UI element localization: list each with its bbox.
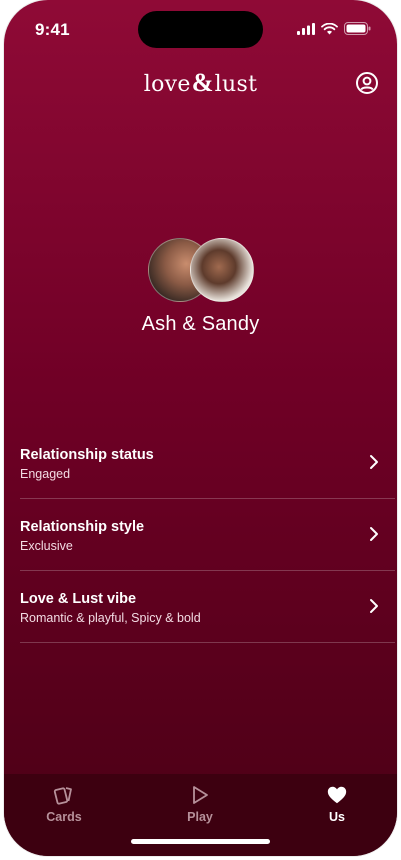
- couple-avatars[interactable]: [148, 238, 254, 302]
- status-icons: [297, 22, 371, 35]
- settings-row-vibe[interactable]: Love & Lust vibe Romantic & playful, Spi…: [20, 571, 395, 643]
- settings-row-value: Exclusive: [20, 539, 73, 553]
- settings-row-relationship-style[interactable]: Relationship style Exclusive: [20, 499, 395, 571]
- status-time: 9:41: [35, 20, 70, 39]
- tab-play[interactable]: Play: [160, 784, 240, 824]
- chevron-right-icon: [370, 599, 378, 613]
- settings-row-value: Romantic & playful, Spicy & bold: [20, 611, 201, 625]
- app-logo: love&lust: [4, 68, 397, 98]
- tab-bar: Cards Play Us: [4, 774, 397, 856]
- home-indicator[interactable]: [131, 839, 270, 844]
- couple-names: Ash & Sandy: [141, 313, 260, 335]
- app-header: love&lust: [4, 66, 397, 102]
- status-bar: 9:41: [4, 0, 397, 54]
- dynamic-island: [138, 11, 263, 48]
- logo-lust: lust: [214, 72, 258, 97]
- signal-icon: [297, 22, 315, 35]
- settings-row-relationship-status[interactable]: Relationship status Engaged: [20, 427, 395, 499]
- relationship-settings-list: Relationship status Engaged Relationship…: [20, 427, 395, 643]
- tab-label: Cards: [46, 810, 82, 824]
- settings-row-value: Engaged: [20, 467, 71, 481]
- play-icon: [193, 786, 208, 804]
- wifi-icon: [321, 22, 338, 34]
- chevron-right-icon: [370, 455, 378, 469]
- chevron-right-icon: [370, 527, 378, 541]
- app-screen: 9:41 love&lust Ash & Sandy Relationship …: [4, 0, 397, 856]
- settings-row-title: Relationship style: [20, 519, 145, 535]
- tab-label: Play: [187, 810, 213, 824]
- heart-icon: [327, 786, 347, 804]
- logo-ampersand: &: [191, 68, 214, 97]
- battery-icon: [344, 22, 371, 35]
- profile-icon[interactable]: [355, 71, 379, 95]
- settings-row-title: Love & Lust vibe: [20, 591, 137, 607]
- tab-cards[interactable]: Cards: [24, 784, 104, 824]
- logo-love: love: [143, 72, 191, 97]
- tab-us[interactable]: Us: [297, 784, 377, 824]
- tab-label: Us: [329, 810, 345, 824]
- avatar-sandy: [190, 238, 254, 302]
- settings-row-title: Relationship status: [20, 447, 154, 463]
- cards-icon: [53, 787, 72, 805]
